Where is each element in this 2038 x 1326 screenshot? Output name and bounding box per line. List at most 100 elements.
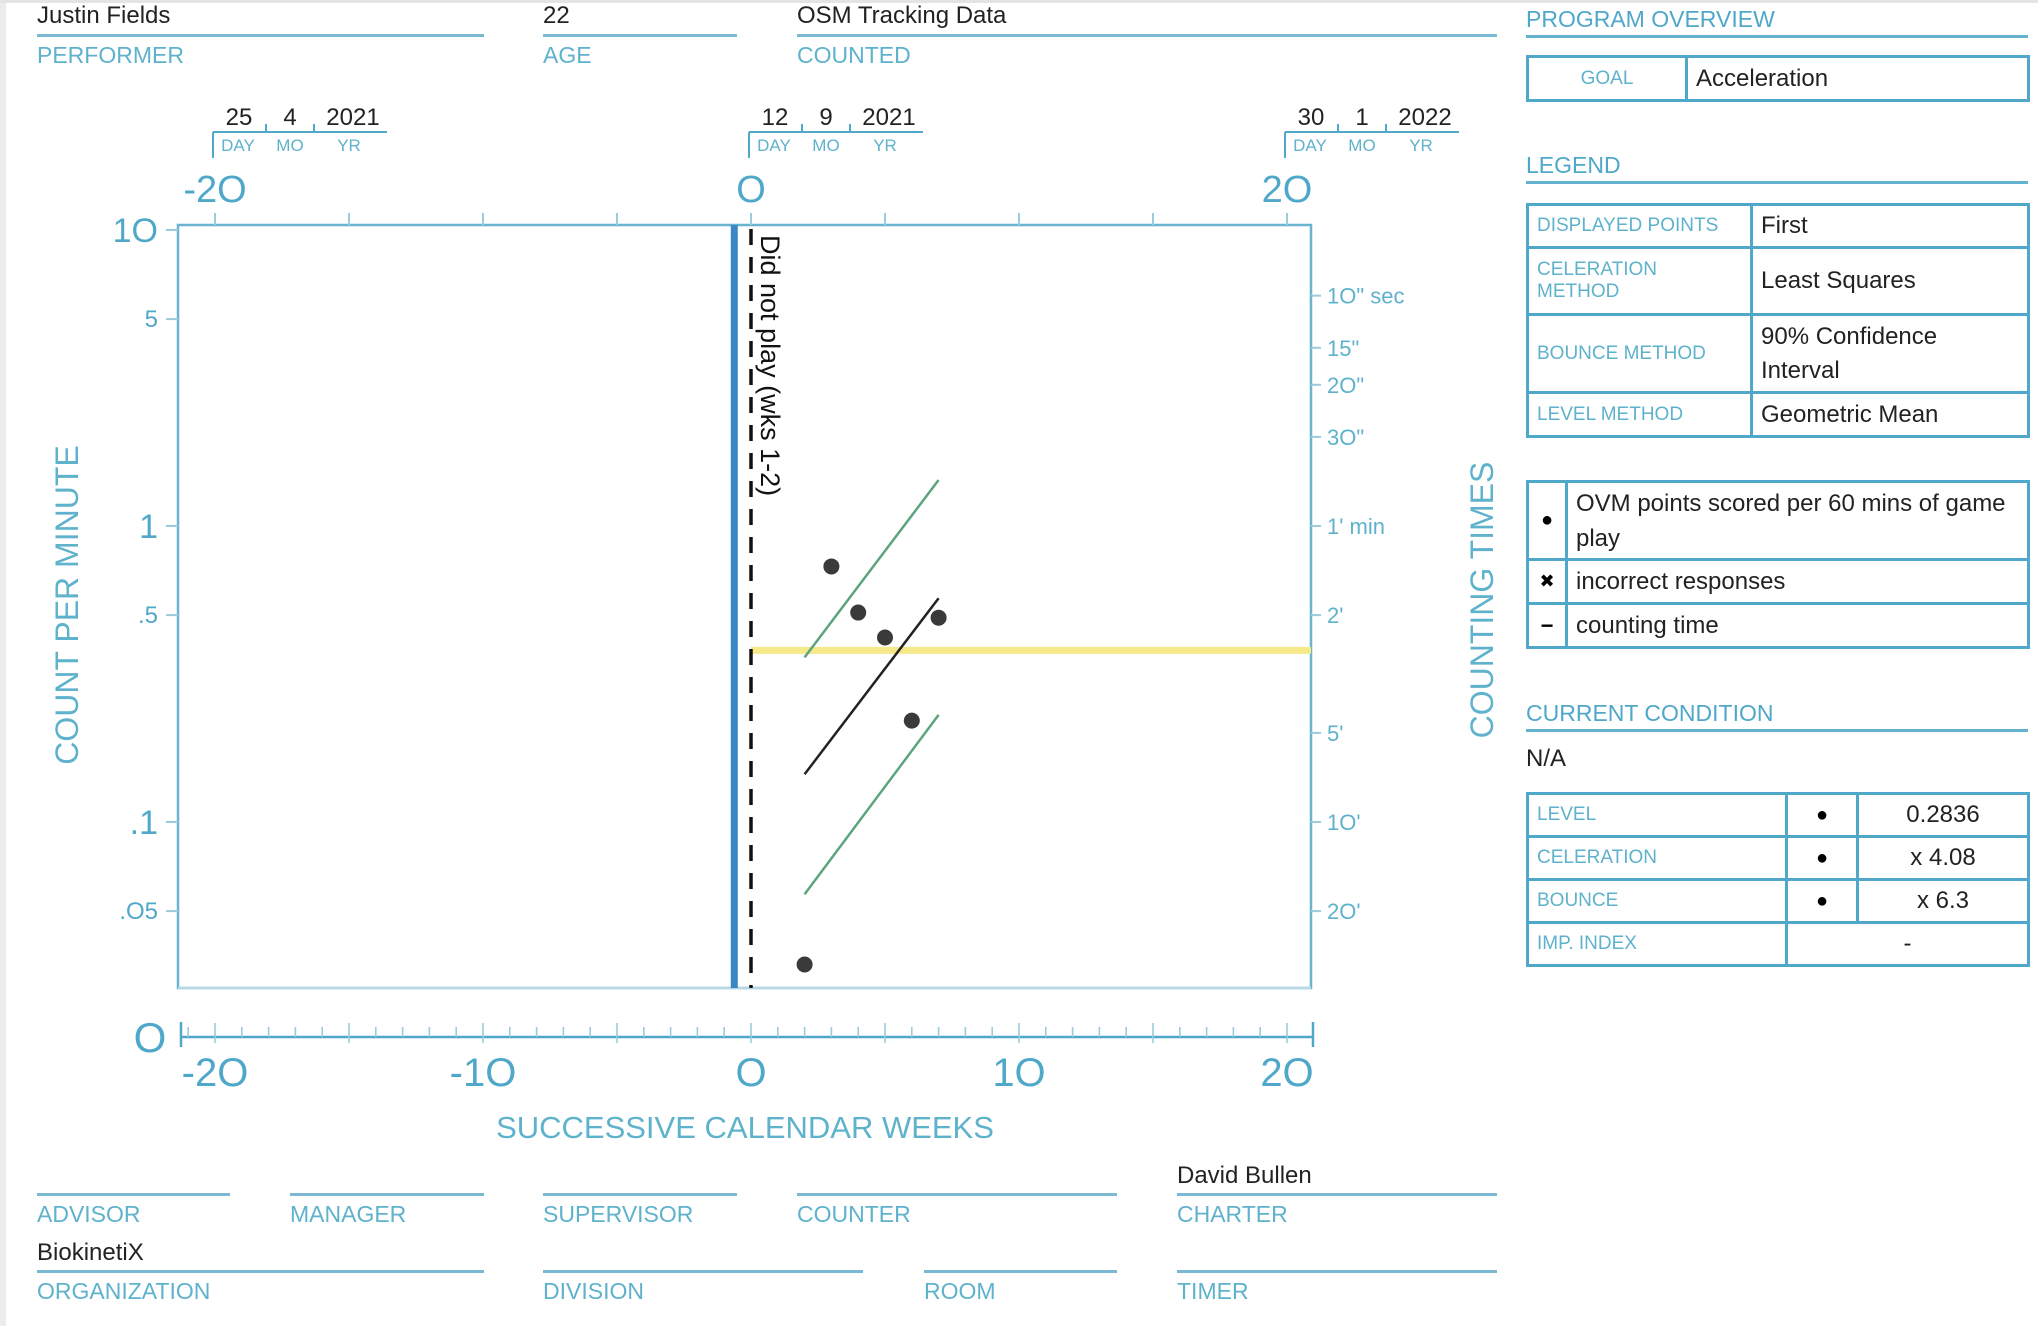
current-condition-value: N/A (1526, 745, 1567, 772)
did-not-play-annotation: Did not play (wks 1-2) (755, 235, 785, 496)
legend-symbol-label: OVM points scored per 60 mins of game pl… (1565, 480, 2030, 561)
goal-table: GOAL Acceleration (1526, 55, 2030, 102)
legend-row: BOUNCE METHOD 90% Confidence Interval (1526, 313, 2030, 394)
legend-title: LEGEND (1526, 152, 1621, 178)
manager-label: MANAGER (290, 1201, 407, 1227)
legend-row: DISPLAYED POINTS First (1526, 203, 2030, 249)
date-stamp: 25 4 2021 DAY MO YR (212, 104, 387, 158)
legend-key: LEVEL METHOD (1526, 391, 1753, 438)
date-year: 2022 (1398, 104, 1451, 131)
date-day-label: DAY (1293, 136, 1327, 155)
date-year-label: YR (337, 136, 361, 155)
y2-axis-tick-label: 1' min (1327, 514, 1385, 539)
dot-icon: ● (1785, 835, 1859, 881)
counter-rule (797, 1193, 1117, 1196)
condition-key: CELERATION (1526, 835, 1788, 881)
date-month: 4 (283, 104, 296, 131)
y2-axis-tick-label: 2O" (1327, 373, 1364, 398)
date-day: 12 (762, 104, 789, 131)
x-axis-title: SUCCESSIVE CALENDAR WEEKS (496, 1110, 994, 1145)
data-point (823, 558, 840, 575)
division-field: DIVISION (543, 1237, 863, 1312)
division-label: DIVISION (543, 1278, 644, 1304)
top-axis-tick-label: O (736, 169, 766, 211)
data-point (796, 956, 813, 973)
current-condition-table: LEVEL ● 0.2836 CELERATION ● x 4.08 BOUNC… (1526, 792, 2030, 967)
legend-key: BOUNCE METHOD (1526, 313, 1753, 394)
division-rule (543, 1270, 863, 1273)
y2-axis-title: COUNTING TIMES (1464, 462, 1500, 739)
dot-icon: ● (1526, 480, 1568, 561)
legend-symbol-row: − counting time (1526, 602, 2030, 649)
legend-rule (1526, 181, 2028, 184)
manager-field: MANAGER (290, 1160, 484, 1235)
y-axis-tick-label: .5 (138, 602, 158, 629)
y2-axis-tick-label: 2O' (1327, 899, 1361, 924)
date-stamp: 30 1 2022 DAY MO YR (1284, 104, 1459, 158)
x-axis-tick-label: O (735, 1051, 766, 1095)
top-axis-tick-label: 2O (1262, 169, 1313, 211)
date-month-label: MO (812, 136, 839, 155)
condition-value: x 4.08 (1856, 835, 2030, 881)
x-axis-tick-label: -2O (182, 1051, 249, 1095)
program-overview-rule (1526, 35, 2028, 38)
date-year-label: YR (873, 136, 897, 155)
room-rule (924, 1270, 1117, 1273)
y2-axis-tick-label: 1O" sec (1327, 284, 1405, 309)
y2-axis-tick-label: 2' (1327, 603, 1343, 628)
timer-field: TIMER (1177, 1237, 1497, 1312)
charter-value: David Bullen (1177, 1162, 1312, 1189)
y2-axis-tick-label: 1O' (1327, 810, 1361, 835)
charter-rule (1177, 1193, 1497, 1196)
y-axis-tick-label: 5 (145, 306, 158, 333)
advisor-field: ADVISOR (37, 1160, 230, 1235)
timer-label: TIMER (1177, 1278, 1249, 1304)
data-point (877, 629, 893, 646)
program-overview-title: PROGRAM OVERVIEW (1526, 6, 1775, 32)
date-month-label: MO (276, 136, 303, 155)
legend-symbol-row: ● OVM points scored per 60 mins of game … (1526, 480, 2030, 561)
date-day-label: DAY (221, 136, 255, 155)
dot-icon: ● (1785, 792, 1859, 838)
data-point (930, 609, 947, 626)
bounce-lower-line (803, 714, 940, 896)
advisor-rule (37, 1193, 230, 1196)
legend-row: LEVEL METHOD Geometric Mean (1526, 391, 2030, 438)
legend-symbol-label: incorrect responses (1565, 558, 2030, 605)
legend-symbols-table: ● OVM points scored per 60 mins of game … (1526, 480, 2030, 649)
x-axis-tick-label: 1O (992, 1051, 1045, 1095)
counter-field: COUNTER (797, 1160, 1117, 1235)
legend-symbol-label: counting time (1565, 602, 2030, 649)
supervisor-field: SUPERVISOR (543, 1160, 737, 1235)
condition-row-imp-index: IMP. INDEX - (1526, 921, 2030, 967)
legend-row: CELERATION METHOD Least Squares (1526, 246, 2030, 316)
x-axis-tick-label: 2O (1260, 1051, 1313, 1095)
x-icon: ✖ (1526, 558, 1568, 605)
legend-value: Least Squares (1750, 246, 2030, 316)
standard-celeration-chart: 25 4 2021 DAY MO YR 12 9 2021 DAY MO YR 30 1 2022 DAY MO… (49, 104, 1500, 1145)
y-zero-label: O (134, 1014, 167, 1061)
y2-axis-tick-label: 3O" (1327, 425, 1364, 450)
condition-key: IMP. INDEX (1526, 921, 1788, 967)
date-day: 30 (1298, 104, 1325, 131)
supervisor-rule (543, 1193, 737, 1196)
date-year-label: YR (1409, 136, 1433, 155)
dot-icon: ● (1785, 878, 1859, 924)
legend-key: CELERATION METHOD (1526, 246, 1753, 316)
condition-value: x 6.3 (1856, 878, 2030, 924)
organization-label: ORGANIZATION (37, 1278, 211, 1304)
organization-value: BiokinetiX (37, 1239, 144, 1266)
legend-value: First (1750, 203, 2030, 249)
charter-label: CHARTER (1177, 1201, 1288, 1227)
charter-field: David Bullen CHARTER (1177, 1160, 1497, 1235)
counter-label: COUNTER (797, 1201, 911, 1227)
data-point (903, 712, 920, 729)
goal-row: GOAL Acceleration (1526, 55, 2030, 102)
date-day-label: DAY (757, 136, 791, 155)
goal-label: GOAL (1526, 55, 1688, 102)
organization-rule (37, 1270, 484, 1273)
condition-value: - (1785, 921, 2030, 967)
dash-icon: − (1526, 602, 1568, 649)
timer-rule (1177, 1270, 1497, 1273)
y-axis-tick-label: 1 (139, 508, 158, 546)
